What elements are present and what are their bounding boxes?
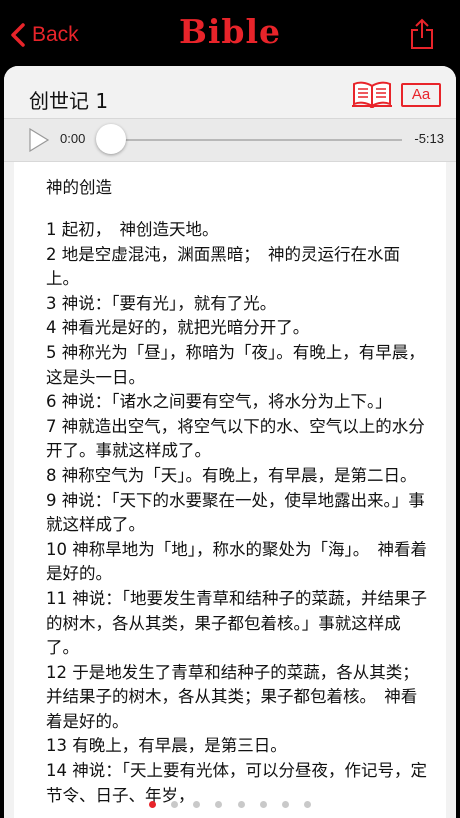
verse: 6 神说：「诸水之间要有空气，将水分为上下。」 (46, 392, 392, 412)
share-icon (411, 18, 433, 49)
bible-books-button[interactable] (351, 80, 393, 112)
page-dot[interactable] (193, 801, 201, 808)
app-title: Bible (178, 12, 282, 51)
verse: 13 有晚上，有早晨，是第三日。 (46, 736, 287, 756)
verse: 5 神称光为「昼」，称暗为「夜」。有晚上，有早晨，这是头一日。 (46, 342, 425, 387)
verse: 7 神就造出空气，将空气以下的水、空气以上的水分开了。事就这样成了。 (46, 416, 425, 461)
verse: 11 神说：「地要发生青草和结种子的菜蔬，并结果子的树木，各从其类，果子都包着核… (46, 588, 427, 658)
verse: 3 神说：「要有光」，就有了光。 (46, 293, 277, 313)
verse: 8 神称空气为「天」。有晚上，有早晨，是第二日。 (46, 465, 417, 485)
play-icon (29, 127, 50, 153)
remaining-time: -5:13 (414, 131, 444, 146)
verse: 9 神说：「天下的水要聚在一处，使旱地露出来。」事就这样成了。 (46, 490, 425, 535)
verse: 10 神称旱地为「地」，称水的聚处为「海」。 神看着是好的。 (46, 539, 427, 584)
page-dot[interactable] (281, 801, 289, 808)
reader-card: 创世记 1 Aa 0:00 -5:13 神的创造 1 起初， 神创造天地。 2 … (4, 66, 456, 818)
verse-list: 1 起初， 神创造天地。 2 地是空虚混沌，渊面黑暗； 神的灵运行在水面上。 3… (46, 218, 428, 808)
page-dot[interactable] (237, 801, 245, 808)
page-dot[interactable] (215, 801, 223, 808)
progress-track[interactable] (112, 139, 402, 141)
open-book-icon (352, 81, 392, 110)
play-button[interactable] (28, 127, 50, 156)
chapter-header: 创世记 1 Aa (4, 66, 456, 126)
progress-slider-thumb[interactable] (96, 124, 126, 154)
verse: 4 神看光是好的，就把光暗分开了。 (46, 318, 310, 338)
page-dot[interactable] (171, 801, 179, 808)
section-heading: 神的创造 (46, 178, 112, 197)
page-dot[interactable] (303, 801, 311, 808)
verse: 2 地是空虚混沌，渊面黑暗； 神的灵运行在水面上。 (46, 244, 400, 289)
page-dot[interactable] (149, 801, 157, 808)
page-dot[interactable] (259, 801, 267, 808)
current-time: 0:00 (60, 131, 86, 146)
font-size-button[interactable]: Aa (401, 83, 441, 107)
chapter-title[interactable]: 创世记 1 (29, 85, 108, 114)
verse: 12 于是地发生了青草和结种子的菜蔬，各从其类；并结果子的树木，各从其类；果子都… (46, 662, 419, 731)
scripture-text-area[interactable]: 神的创造 1 起初， 神创造天地。 2 地是空虚混沌，渊面黑暗； 神的灵运行在水… (14, 162, 446, 818)
navigation-bar: Back Bible (0, 0, 460, 66)
audio-player: 0:00 -5:13 (4, 118, 456, 162)
page-indicator (4, 793, 456, 812)
share-button[interactable] (410, 18, 434, 54)
verse: 1 起初， 神创造天地。 (46, 220, 219, 239)
